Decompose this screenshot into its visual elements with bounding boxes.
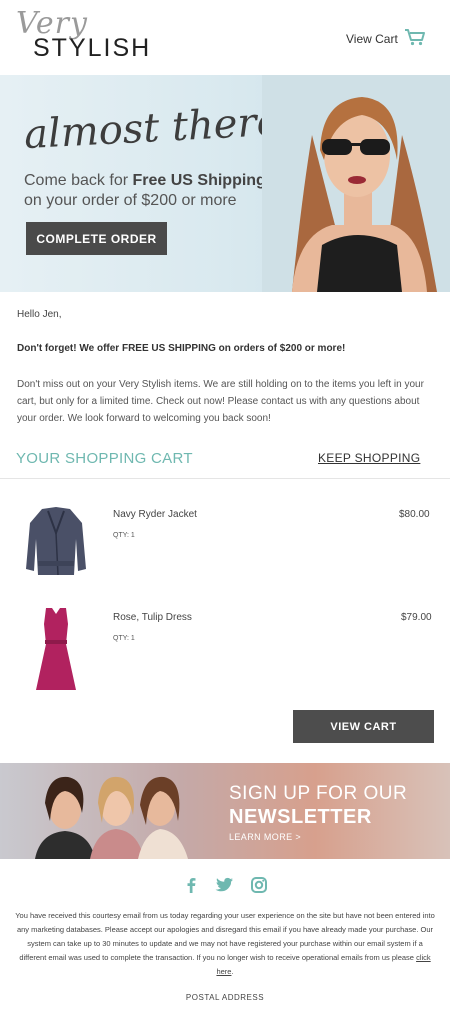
learn-more-link[interactable]: LEARN MORE > [229,832,301,842]
hero-script-heading: almost there! [22,97,298,159]
body-message: Don't miss out on your Very Stylish item… [17,379,424,424]
section-divider [0,478,450,479]
keep-shopping-link[interactable]: KEEP SHOPPING [318,451,420,465]
twitter-icon[interactable] [214,876,234,894]
footer-disclaimer: You have received this courtesy email fr… [14,909,436,979]
hero-offer-prefix: Come back for [24,172,133,189]
shopping-cart-icon[interactable] [404,28,426,46]
newsletter-heading: SIGN UP FOR OUR [229,783,408,804]
instagram-icon[interactable] [250,876,268,894]
facebook-icon[interactable] [182,876,200,894]
hero-offer-line: Come back for Free US Shipping [24,172,266,190]
item-quantity: QTY: 1 [113,635,135,642]
logo-brand-text: STYLISH [33,34,152,62]
dress-product-image[interactable] [32,604,80,692]
complete-order-button[interactable]: COMPLETE ORDER [26,222,167,255]
hero-banner: almost there! Come back for Free US Ship… [0,75,450,292]
view-cart-button[interactable]: VIEW CART [293,710,434,743]
hero-offer-subline: on your order of $200 or more [24,192,237,209]
shopping-cart-title: YOUR SHOPPING CART [16,450,193,467]
item-price: $80.00 [399,509,430,520]
greeting-text: Hello Jen, [17,309,62,320]
model-photo [262,75,450,292]
newsletter-banner[interactable]: SIGN UP FOR OUR NEWSLETTER LEARN MORE > [0,763,450,859]
footer-disclaimer-text: You have received this courtesy email fr… [15,911,435,962]
email-header: Very STYLISH View Cart [0,0,450,75]
friends-photo [35,776,188,859]
hero-offer-bold: Free US Shipping [132,172,266,189]
view-cart-link[interactable]: View Cart [346,32,398,46]
footer-disclaimer-end: . [231,967,234,976]
item-price: $79.00 [401,612,432,623]
postal-address: POSTAL ADDRESS [185,993,265,1002]
item-quantity: QTY: 1 [113,532,135,539]
jacket-product-image[interactable] [24,503,88,579]
newsletter-title: NEWSLETTER [229,806,372,828]
shipping-reminder: Don't forget! We offer FREE US SHIPPING … [17,343,346,354]
item-name[interactable]: Rose, Tulip Dress [113,612,192,623]
item-name[interactable]: Navy Ryder Jacket [113,509,197,520]
